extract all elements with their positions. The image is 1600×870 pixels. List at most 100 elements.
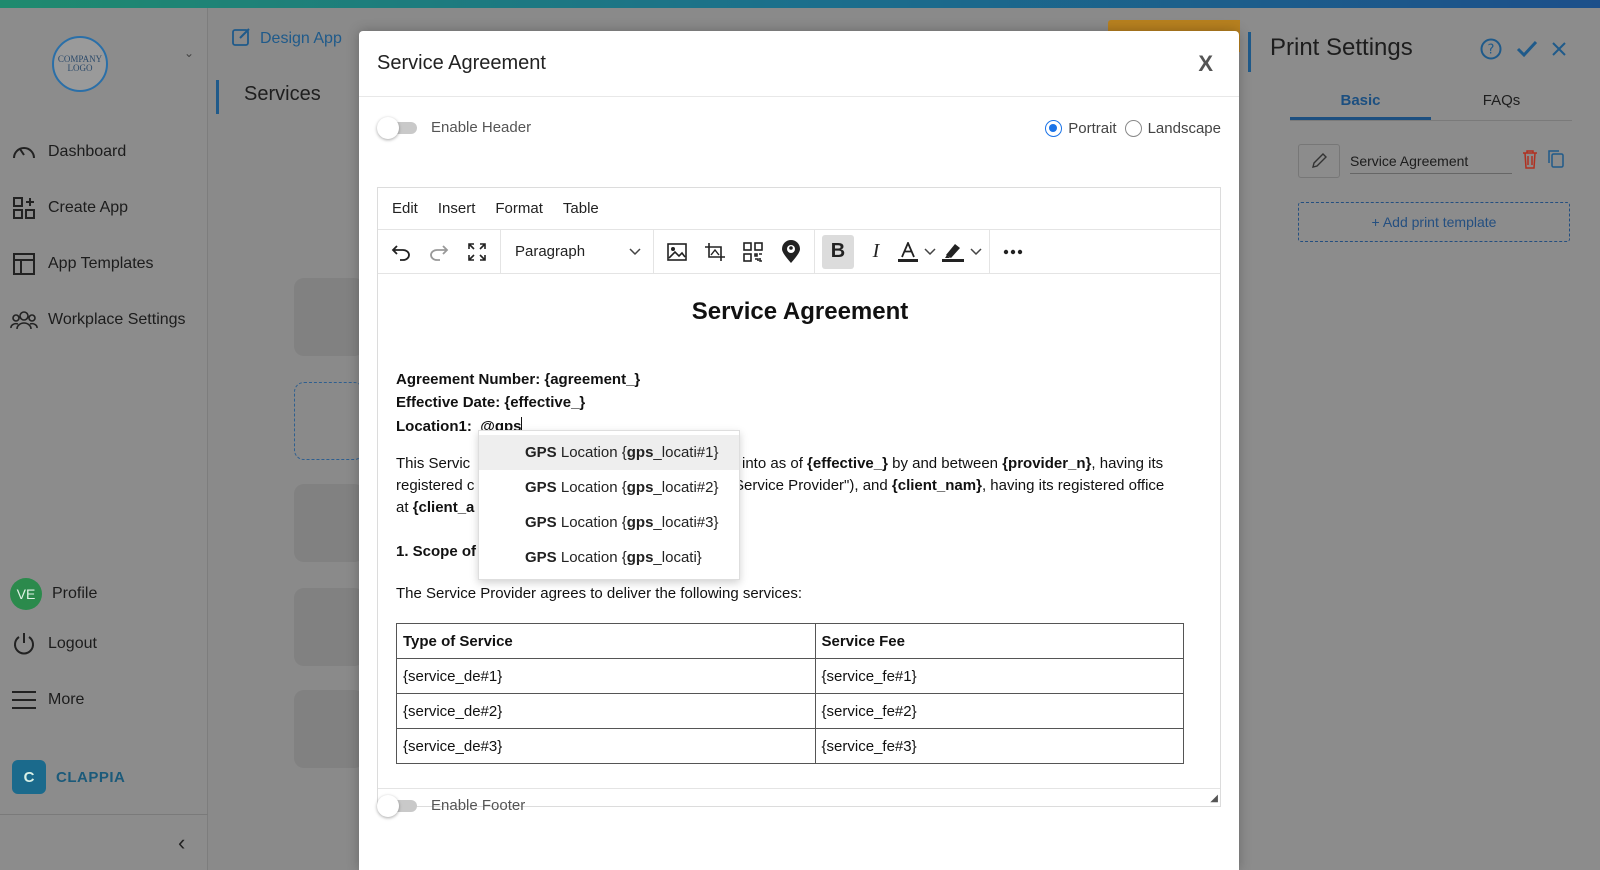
text-color-button[interactable] [898,235,936,269]
chevron-down-icon[interactable]: ⌄ [184,46,194,60]
placeholder-token: {client_a [412,499,475,516]
menu-table[interactable]: Table [553,200,609,217]
company-logo-text: COMPANY LOGO [57,54,103,73]
close-icon[interactable] [1552,42,1566,61]
mention-token: gps [626,444,654,461]
brand[interactable]: C CLAPPIA [12,760,125,794]
tab-faqs[interactable]: FAQs [1431,92,1572,120]
agreement-value: {agreement_} [544,371,641,388]
sidebar-item-workplace-settings[interactable]: Workplace Settings [10,306,186,334]
mention-token: gps [626,479,654,496]
table-cell: {service_de#1} [396,658,816,694]
copy-icon[interactable] [1548,149,1564,173]
mention-prefix: GPS [525,549,557,566]
mention-suggestions-popup: GPS Location {gps _locati#1} GPS Location… [478,430,740,580]
paragraph-text: , having its registered office [981,477,1165,494]
table-row: {service_de#3} {service_fe#3} [396,728,1185,764]
placeholder-token: {provider_n} [1002,455,1092,472]
template-name-field[interactable]: Service Agreement [1350,149,1512,174]
modal-header: Service Agreement X [359,31,1239,97]
toolbar-separator [814,229,815,274]
block-format-select[interactable]: Paragraph [505,235,649,269]
chevron-left-icon[interactable]: ‹ [178,830,185,856]
more-icon[interactable] [997,235,1029,269]
redo-icon[interactable] [423,235,455,269]
crop-image-icon[interactable] [699,235,731,269]
table-cell: {service_fe#3} [814,728,1185,764]
active-indicator [216,80,219,114]
section-heading: 1. Scope of [396,543,476,560]
add-print-template-button[interactable]: + Add print template [1298,202,1570,242]
sidebar-item-profile[interactable]: VE Profile [10,578,97,610]
mention-text: Location { [556,514,627,531]
portrait-radio[interactable] [1045,120,1063,137]
sidebar-item-more[interactable]: More [10,686,84,714]
modal-title: Service Agreement [377,52,546,74]
resize-handle-icon[interactable]: ◢ [1210,793,1218,804]
enable-footer-row: Enable Footer [377,795,525,817]
design-app-link[interactable]: Design App [232,26,342,51]
table-cell: {service_de#2} [396,693,816,729]
editor-toolbar: Paragraph B I [378,229,1220,274]
highlighter-icon [942,243,964,262]
sidebar-item-label: Dashboard [48,143,127,160]
background-card [294,588,364,666]
italic-button[interactable]: I [860,235,892,269]
speedometer-icon [10,138,38,166]
mention-option[interactable]: GPS Location {gps _locati} [479,540,739,575]
help-icon[interactable]: ? [1480,38,1502,65]
avatar: VE [10,578,42,610]
highlight-color-button[interactable] [942,235,982,269]
brand-name: CLAPPIA [56,768,126,786]
enable-header-toggle[interactable] [377,117,417,139]
mention-suffix: _locati#3} [653,514,719,531]
block-format-value: Paragraph [515,243,586,260]
fullscreen-icon[interactable] [461,235,493,269]
paragraph-text: into as of [742,455,808,472]
sidebar-item-create-app[interactable]: Create App [10,194,128,222]
paragraph-line: at {client_a [396,499,474,516]
company-logo[interactable]: COMPANY LOGO [52,36,108,92]
landscape-label: Landscape [1147,120,1221,137]
mention-option[interactable]: GPS Location {gps _locati#2} [479,470,739,505]
undo-icon[interactable] [385,235,417,269]
pencil-icon[interactable] [1298,144,1340,178]
map-pin-icon[interactable] [775,235,807,269]
paragraph-text: at [396,499,413,516]
print-settings-panel: Print Settings [1240,8,1600,870]
menu-edit[interactable]: Edit [382,200,428,217]
mention-suffix: _locati} [653,549,702,566]
tab-basic[interactable]: Basic [1290,92,1431,120]
sidebar-item-label: Workplace Settings [48,311,186,328]
sidebar-item-label: Create App [48,199,129,216]
layout-icon [10,250,38,278]
bold-button[interactable]: B [822,234,854,269]
scope-heading: 1. Scope of [396,543,477,560]
mention-suffix: _locati#1} [653,444,719,461]
chevron-down-icon [924,247,936,255]
sidebar-item-app-templates[interactable]: App Templates [10,250,154,278]
bold-icon: B [830,240,846,262]
sidebar: COMPANY LOGO ⌄ Dashboard Create App App … [0,8,208,870]
placeholder-token: {effective_} [807,455,888,472]
check-icon[interactable] [1516,40,1538,63]
sidebar-item-logout[interactable]: Logout [10,630,97,658]
services-intro: The Service Provider agrees to deliver t… [396,585,803,602]
effective-label: Effective Date: [396,394,501,411]
trash-icon[interactable] [1522,149,1538,174]
menu-format[interactable]: Format [485,200,553,217]
mention-option[interactable]: GPS Location {gps _locati#1} [479,435,739,470]
landscape-radio[interactable] [1124,120,1142,137]
table-header: Type of Service [396,623,816,659]
placeholder-token: {client_nam} [891,477,982,494]
menu-insert[interactable]: Insert [428,200,486,217]
close-button[interactable]: X [1198,51,1213,77]
design-app-label: Design App [260,29,342,47]
enable-footer-toggle[interactable] [377,795,417,817]
svg-text:?: ? [1488,43,1495,58]
qr-code-icon[interactable] [737,235,769,269]
mention-option[interactable]: GPS Location {gps _locati#3} [479,505,739,540]
panel-accent [1248,32,1251,72]
sidebar-item-dashboard[interactable]: Dashboard [10,138,126,166]
image-icon[interactable] [661,235,693,269]
